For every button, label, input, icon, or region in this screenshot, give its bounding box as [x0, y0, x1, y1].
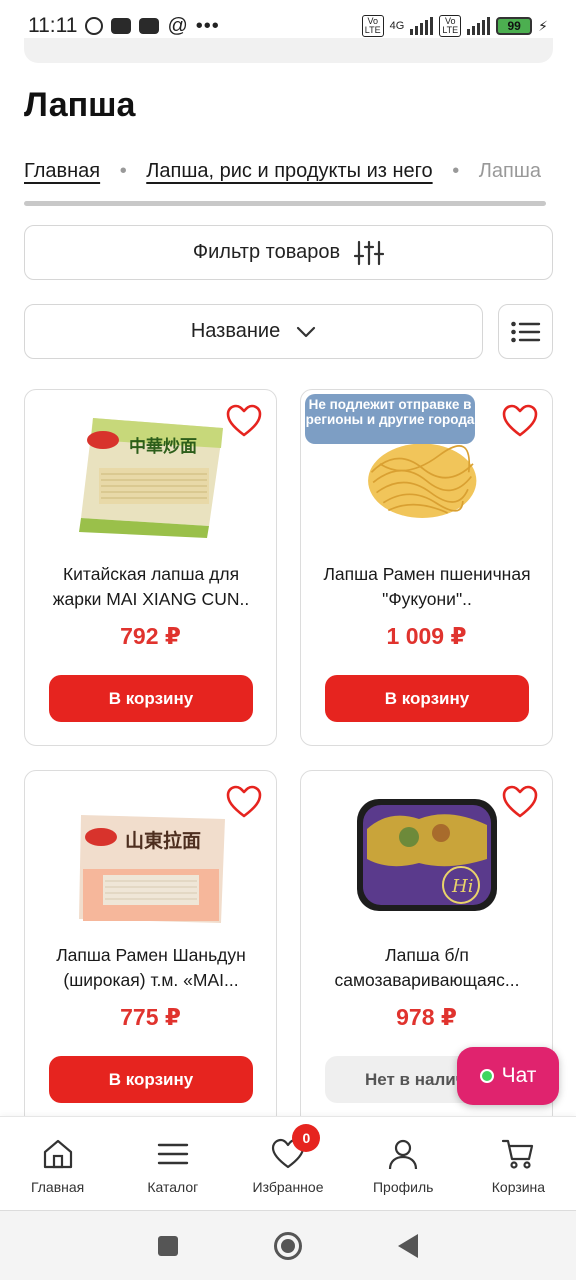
system-navigation-bar — [0, 1210, 576, 1280]
product-image[interactable]: 中華炒面 — [73, 408, 229, 538]
sliders-icon — [354, 240, 385, 265]
product-image-caption: 山東拉面 — [125, 829, 201, 852]
nav-label: Профиль — [372, 1179, 434, 1195]
page-title: Лапша — [24, 86, 136, 124]
product-price: 775 ₽ — [120, 1004, 181, 1030]
favorites-count-badge: 0 — [292, 1124, 321, 1152]
chevron-down-icon — [297, 326, 316, 337]
breadcrumb: Главная • Лапша, рис и продукты из него … — [24, 160, 554, 190]
list-view-toggle[interactable] — [498, 304, 553, 359]
back-icon[interactable] — [398, 1233, 418, 1258]
product-name[interactable]: Лапша Рамен пшеничная "Фукуони".. — [315, 562, 539, 612]
shipping-restriction-badge: Не подлежит отправке в регионы и другие … — [305, 394, 475, 444]
search-bar[interactable] — [24, 38, 553, 63]
more-icon: ••• — [195, 14, 220, 37]
product-card[interactable]: 山東拉面 Лапша Рамен Шаньдун (широкая) т.м. … — [24, 770, 277, 1127]
signal-icon — [467, 17, 491, 35]
heart-icon[interactable] — [226, 404, 262, 438]
product-image-caption: Hi — [451, 876, 473, 897]
sort-select[interactable]: Название — [24, 304, 483, 359]
list-icon — [510, 321, 540, 342]
nav-label: Главная — [30, 1179, 85, 1195]
nav-item-favorites[interactable]: 0 Избранное — [230, 1117, 345, 1210]
nav-label: Корзина — [491, 1179, 546, 1195]
user-icon — [389, 1139, 418, 1170]
signal-icon — [410, 17, 434, 35]
charging-icon: ⚡ — [538, 17, 548, 34]
chat-button[interactable]: Чат — [457, 1047, 559, 1105]
alarm-icon — [85, 17, 104, 35]
online-status-icon — [479, 1069, 494, 1083]
nav-label: Каталог — [147, 1179, 199, 1195]
product-name[interactable]: Китайская лапша для жарки MAI XIANG CUN.… — [39, 562, 263, 612]
volte-icon: Vo LTE — [361, 15, 384, 37]
product-image[interactable]: Hi — [349, 789, 505, 919]
product-price: 978 ₽ — [396, 1004, 457, 1030]
heart-icon[interactable] — [502, 785, 538, 819]
product-image[interactable] — [359, 430, 499, 540]
product-name[interactable]: Лапша Рамен Шаньдун (широкая) т.м. «MAI.… — [39, 943, 263, 993]
product-price: 792 ₽ — [120, 623, 181, 649]
youtube-icon — [139, 18, 160, 34]
product-card[interactable]: Не подлежит отправке в регионы и другие … — [300, 389, 553, 746]
status-system-icons: Vo LTE 4G Vo LTE 99 ⚡ — [361, 15, 548, 37]
heart-icon[interactable] — [502, 404, 538, 438]
add-to-cart-button[interactable]: В корзину — [49, 675, 253, 722]
breadcrumb-scrollbar[interactable] — [24, 201, 546, 206]
breadcrumb-separator: • — [452, 160, 460, 182]
filter-button[interactable]: Фильтр товаров — [24, 225, 553, 280]
menu-icon — [157, 1143, 188, 1165]
breadcrumb-separator: • — [119, 160, 127, 182]
nav-item-cart[interactable]: Корзина — [461, 1117, 576, 1210]
status-time: 11:11 — [28, 14, 78, 37]
breadcrumb-home[interactable]: Главная — [24, 160, 100, 182]
youtube-icon — [111, 18, 132, 34]
nav-item-home[interactable]: Главная — [0, 1117, 115, 1210]
product-price: 1 009 ₽ — [386, 623, 467, 649]
network-type: 4G — [389, 20, 405, 32]
chat-label: Чат — [501, 1064, 537, 1087]
breadcrumb-current: Лапша — [478, 160, 542, 182]
product-card[interactable]: 中華炒面 Китайская лапша для жарки MAI XIANG… — [24, 389, 277, 746]
nav-label: Избранное — [252, 1179, 324, 1195]
filter-label: Фильтр товаров — [192, 241, 341, 263]
add-to-cart-button[interactable]: В корзину — [49, 1056, 253, 1103]
status-notification-icons: @ ••• — [85, 15, 219, 38]
volte-icon: Vo LTE — [439, 15, 462, 37]
nav-item-catalog[interactable]: Каталог — [115, 1117, 230, 1210]
product-image-caption: 中華炒面 — [129, 436, 197, 457]
battery-icon: 99 — [496, 17, 533, 35]
heart-icon[interactable] — [226, 785, 262, 819]
bottom-nav: Главная Каталог 0 Избранное Профиль Корз… — [0, 1116, 576, 1210]
add-to-cart-button[interactable]: В корзину — [325, 675, 529, 722]
at-icon: @ — [167, 14, 188, 37]
product-name[interactable]: Лапша б/п самозаваривающаяс... — [315, 943, 539, 993]
nav-item-profile[interactable]: Профиль — [346, 1117, 461, 1210]
recent-apps-icon[interactable] — [158, 1235, 178, 1256]
cart-icon — [502, 1139, 534, 1169]
product-image[interactable]: 山東拉面 — [73, 799, 229, 929]
sort-label: Название — [190, 320, 281, 342]
breadcrumb-category[interactable]: Лапша, рис и продукты из него — [146, 160, 432, 182]
home-icon — [43, 1139, 72, 1169]
home-button-icon[interactable] — [274, 1231, 302, 1260]
